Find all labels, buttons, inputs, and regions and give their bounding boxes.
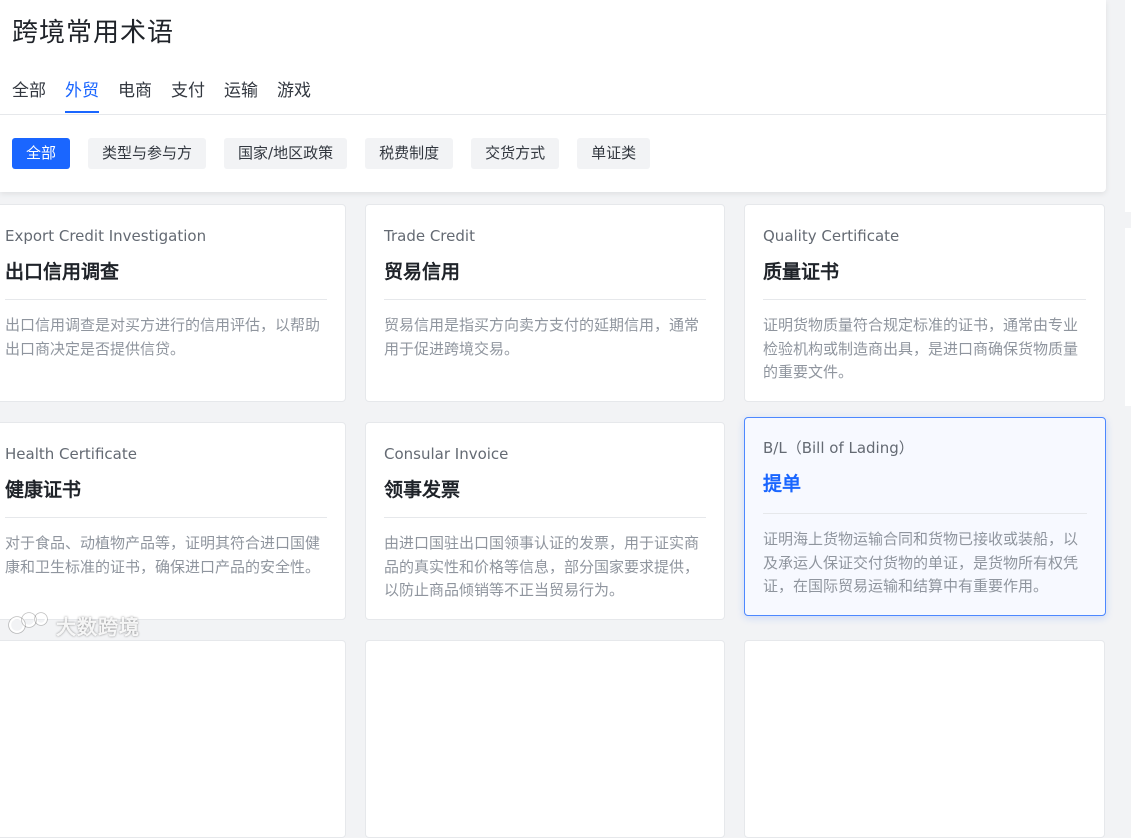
tab-shipping[interactable]: 运输: [224, 78, 258, 114]
term-card[interactable]: [744, 640, 1105, 838]
term-card-hovered[interactable]: B/L（Bill of Lading） 提单 证明海上货物运输合同和货物已接收或…: [744, 417, 1106, 616]
tab-payment[interactable]: 支付: [171, 78, 205, 114]
page-title: 跨境常用术语: [12, 18, 175, 48]
side-panel-edge: [1125, 228, 1131, 406]
term-chinese: 领事发票: [384, 479, 461, 501]
term-description: 贸易信用是指买方向卖方支付的延期信用，通常用于促进跨境交易。: [384, 316, 700, 358]
filter-chip-all[interactable]: 全部: [12, 138, 71, 169]
brand-logo-icon: [8, 610, 56, 641]
term-english: Trade Credit: [384, 227, 475, 245]
term-description: 对于食品、动植物产品等，证明其符合进口国健康和卫生标准的证书，确保进口产品的安全…: [5, 534, 321, 576]
header-panel: 跨境常用术语 全部 外贸 电商 支付 运输 游戏 全部 类型与参与方 国家/地区…: [0, 0, 1106, 192]
card-divider: [384, 299, 706, 300]
filter-chip-documents[interactable]: 单证类: [577, 138, 651, 169]
card-divider: [384, 517, 706, 518]
card-divider: [763, 513, 1087, 514]
tab-foreign-trade[interactable]: 外贸: [65, 78, 99, 114]
filter-chip-country-policy[interactable]: 国家/地区政策: [224, 138, 348, 169]
watermark: 大数跨境: [8, 611, 140, 639]
term-description: 证明货物质量符合规定标准的证书，通常由专业检验机构或制造商出具，是进口商确保货物…: [763, 316, 1079, 381]
tabs-divider: [0, 114, 1106, 115]
term-description: 由进口国驻出口国领事认证的发票，用于证实商品的真实性和价格等信息，部分国家要求提…: [384, 534, 700, 599]
term-english: Quality Certificate: [763, 227, 900, 245]
card-divider: [5, 517, 327, 518]
side-panel-edge: [1125, 0, 1131, 212]
card-divider: [763, 299, 1086, 300]
term-english: Health Certificate: [5, 445, 137, 463]
term-chinese: 出口信用调查: [5, 261, 120, 283]
term-card[interactable]: [0, 640, 346, 838]
filter-chip-types-parties[interactable]: 类型与参与方: [88, 138, 207, 169]
term-chinese: 贸易信用: [384, 261, 461, 283]
filter-chip-tax-system[interactable]: 税费制度: [365, 138, 454, 169]
term-english: Consular Invoice: [384, 445, 509, 463]
category-tabs: 全部 外贸 电商 支付 运输 游戏: [12, 78, 330, 114]
watermark-text: 大数跨境: [56, 614, 140, 639]
term-english: B/L（Bill of Lading）: [763, 439, 914, 457]
term-card[interactable]: Quality Certificate 质量证书 证明货物质量符合规定标准的证书…: [744, 204, 1105, 402]
filter-chips: 全部 类型与参与方 国家/地区政策 税费制度 交货方式 单证类: [12, 138, 668, 169]
filter-chip-delivery-terms[interactable]: 交货方式: [471, 138, 560, 169]
tab-games[interactable]: 游戏: [277, 78, 311, 114]
tab-all[interactable]: 全部: [12, 78, 46, 114]
term-description: 证明海上货物运输合同和货物已接收或装船，以及承运人保证交付货物的单证，是货物所有…: [763, 530, 1079, 595]
term-card[interactable]: [365, 640, 725, 838]
term-card[interactable]: Trade Credit 贸易信用 贸易信用是指买方向卖方支付的延期信用，通常用…: [365, 204, 725, 402]
term-english: Export Credit Investigation: [5, 227, 207, 245]
term-description: 出口信用调查是对买方进行的信用评估，以帮助出口商决定是否提供信贷。: [5, 316, 321, 358]
term-card[interactable]: Health Certificate 健康证书 对于食品、动植物产品等，证明其符…: [0, 422, 346, 620]
term-chinese: 健康证书: [5, 479, 82, 501]
term-chinese: 提单: [763, 473, 802, 495]
tab-ecommerce[interactable]: 电商: [118, 78, 152, 114]
card-divider: [5, 299, 327, 300]
term-card[interactable]: Export Credit Investigation 出口信用调查 出口信用调…: [0, 204, 346, 402]
term-card[interactable]: Consular Invoice 领事发票 由进口国驻出口国领事认证的发票，用于…: [365, 422, 725, 620]
term-chinese: 质量证书: [763, 261, 840, 283]
